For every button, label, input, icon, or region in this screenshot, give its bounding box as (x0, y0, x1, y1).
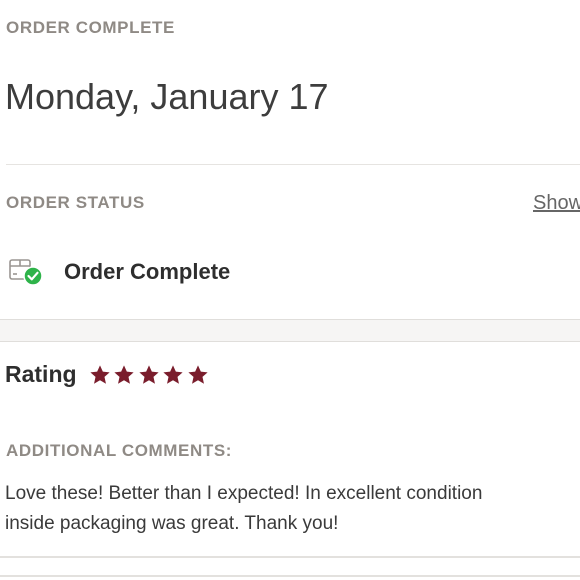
comment-text: Love these! Better than I expected! In e… (5, 479, 580, 539)
order-status-row: Order Complete (8, 252, 230, 292)
order-status-label: ORDER STATUS (6, 193, 145, 212)
rating-stars (89, 364, 212, 386)
comment-line-1: Love these! Better than I expected! In e… (5, 483, 483, 504)
section-separator (0, 319, 580, 342)
divider (0, 575, 580, 577)
divider (6, 164, 580, 165)
show-details-link[interactable]: Show (533, 192, 580, 215)
box-check-icon (8, 255, 44, 289)
order-date-title: Monday, January 17 (5, 76, 329, 117)
star-icon (163, 364, 183, 384)
order-status-value: Order Complete (64, 259, 231, 284)
star-icon (114, 364, 134, 384)
additional-comments-label: ADDITIONAL COMMENTS: (6, 441, 233, 460)
divider (0, 556, 580, 558)
star-icon (138, 364, 159, 384)
comment-line-2: inside packaging was great. Thank you! (5, 513, 339, 534)
order-complete-header: ORDER COMPLETE (6, 18, 175, 37)
rating-label: Rating (5, 361, 77, 387)
star-icon (187, 364, 208, 384)
rating-row: Rating (5, 361, 211, 388)
star-icon (89, 364, 110, 384)
